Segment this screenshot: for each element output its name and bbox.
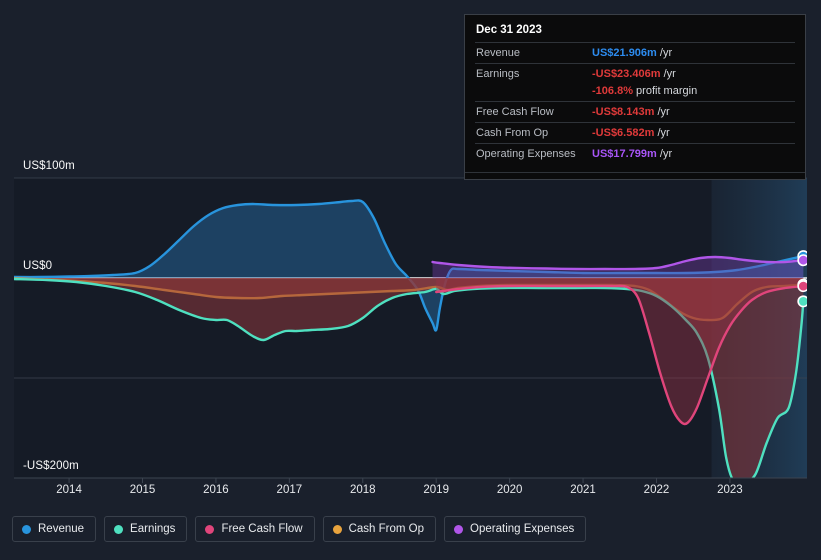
legend-item-label: Operating Expenses — [470, 523, 575, 535]
tooltip-row-label: Earnings — [476, 68, 520, 80]
chart-page: US$100m US$0 -US$200m 2014 2015 2016 2017 2018… — [0, 0, 821, 560]
legend-color-dot-icon — [114, 524, 124, 534]
x-axis-tick-label: 2023 — [717, 484, 743, 496]
legend-color-dot-icon — [332, 524, 342, 534]
data-tooltip: Dec 31 2023 Revenue US$21.906m /yr Earning… — [464, 14, 806, 180]
tooltip-row-amount: -US$23.406m — [592, 68, 661, 80]
legend-color-dot-icon — [22, 524, 31, 534]
tooltip-row-unit: profit margin — [636, 85, 698, 97]
x-axis-tick-label: 2014 — [56, 484, 82, 496]
tooltip-row-unit: /yr — [657, 127, 670, 139]
tooltip-row-value: -US$6.582m /yr — [592, 126, 670, 141]
legend-item-label: Free Cash Flow — [221, 523, 303, 535]
tooltip-row-amount: -US$6.582m — [592, 127, 655, 139]
tooltip-row-label: Cash From Op — [476, 127, 549, 139]
tooltip-row-amount: US$17.799m — [592, 148, 657, 160]
x-axis-tick-label: 2017 — [276, 484, 303, 496]
tooltip-row-amount: -106.8% — [592, 85, 633, 97]
tooltip-row: Earnings -US$23.406m /yr — [475, 63, 795, 84]
tooltip-row: Cash From Op -US$6.582m /yr — [475, 122, 795, 143]
x-axis-tick-label: 2015 — [129, 484, 156, 496]
tooltip-row-amount: -US$8.143m — [592, 106, 655, 118]
tooltip-row-value: -US$8.143m /yr — [592, 105, 670, 120]
tooltip-row-value: -US$23.406m /yr — [592, 67, 676, 82]
legend-color-dot-icon — [205, 524, 215, 534]
x-axis-tick-label: 2022 — [643, 484, 670, 496]
tooltip-row: Free Cash Flow -US$8.143m /yr — [475, 101, 795, 122]
tooltip-row-amount: US$21.906m — [592, 47, 657, 59]
x-axis-tick-label: 2021 — [570, 484, 596, 496]
y-axis-tick-label: US$0 — [23, 260, 53, 272]
tooltip-row-label: Free Cash Flow — [476, 106, 554, 118]
legend-item-label: Earnings — [130, 523, 176, 535]
x-axis-tick-label: 2019 — [423, 484, 449, 496]
tooltip-date: Dec 31 2023 — [476, 24, 542, 36]
tooltip-row-unit: /yr — [659, 148, 673, 160]
legend-item-operating-expenses[interactable]: Operating Expenses — [444, 516, 587, 542]
legend-item-label: Cash From Op — [348, 523, 425, 535]
legend-color-dot-icon — [454, 524, 464, 534]
x-axis-tick-label: 2018 — [349, 484, 376, 496]
y-axis-tick-label: US$100m — [23, 160, 75, 172]
tooltip-row-label: Operating Expenses — [476, 148, 576, 160]
tooltip-rows: Revenue US$21.906m /yr Earnings -US$23.406m… — [475, 42, 795, 164]
tooltip-row-unit: /yr — [659, 47, 673, 59]
legend-item-cash-from-op[interactable]: Cash From Op — [322, 516, 437, 542]
x-axis-tick-label: 2016 — [203, 484, 229, 496]
tooltip-row-value: -106.8% profit margin — [592, 84, 697, 99]
tooltip-row-value: US$17.799m /yr — [592, 147, 672, 162]
tooltip-row: Revenue US$21.906m /yr — [475, 42, 795, 63]
legend-item-earnings[interactable]: Earnings — [104, 516, 188, 542]
tooltip-footer-rule — [465, 172, 805, 179]
chart-legend[interactable]: Revenue Earnings Free Cash Flow Cash From O… — [12, 516, 587, 542]
tooltip-row-value: US$21.906m /yr — [592, 46, 672, 61]
tooltip-row-label: Revenue — [476, 47, 521, 59]
legend-item-label: Revenue — [38, 523, 85, 535]
legend-item-revenue[interactable]: Revenue — [12, 516, 97, 542]
tooltip-row: -106.8% profit margin — [475, 84, 795, 101]
tooltip-row-unit: /yr — [657, 106, 670, 118]
y-axis-tick-label: -US$200m — [23, 460, 79, 472]
tooltip-row: Operating Expenses US$17.799m /yr — [475, 143, 795, 164]
x-axis-tick-label: 2020 — [496, 484, 523, 496]
legend-item-free-cash-flow[interactable]: Free Cash Flow — [195, 516, 315, 542]
tooltip-row-unit: /yr — [663, 68, 676, 80]
